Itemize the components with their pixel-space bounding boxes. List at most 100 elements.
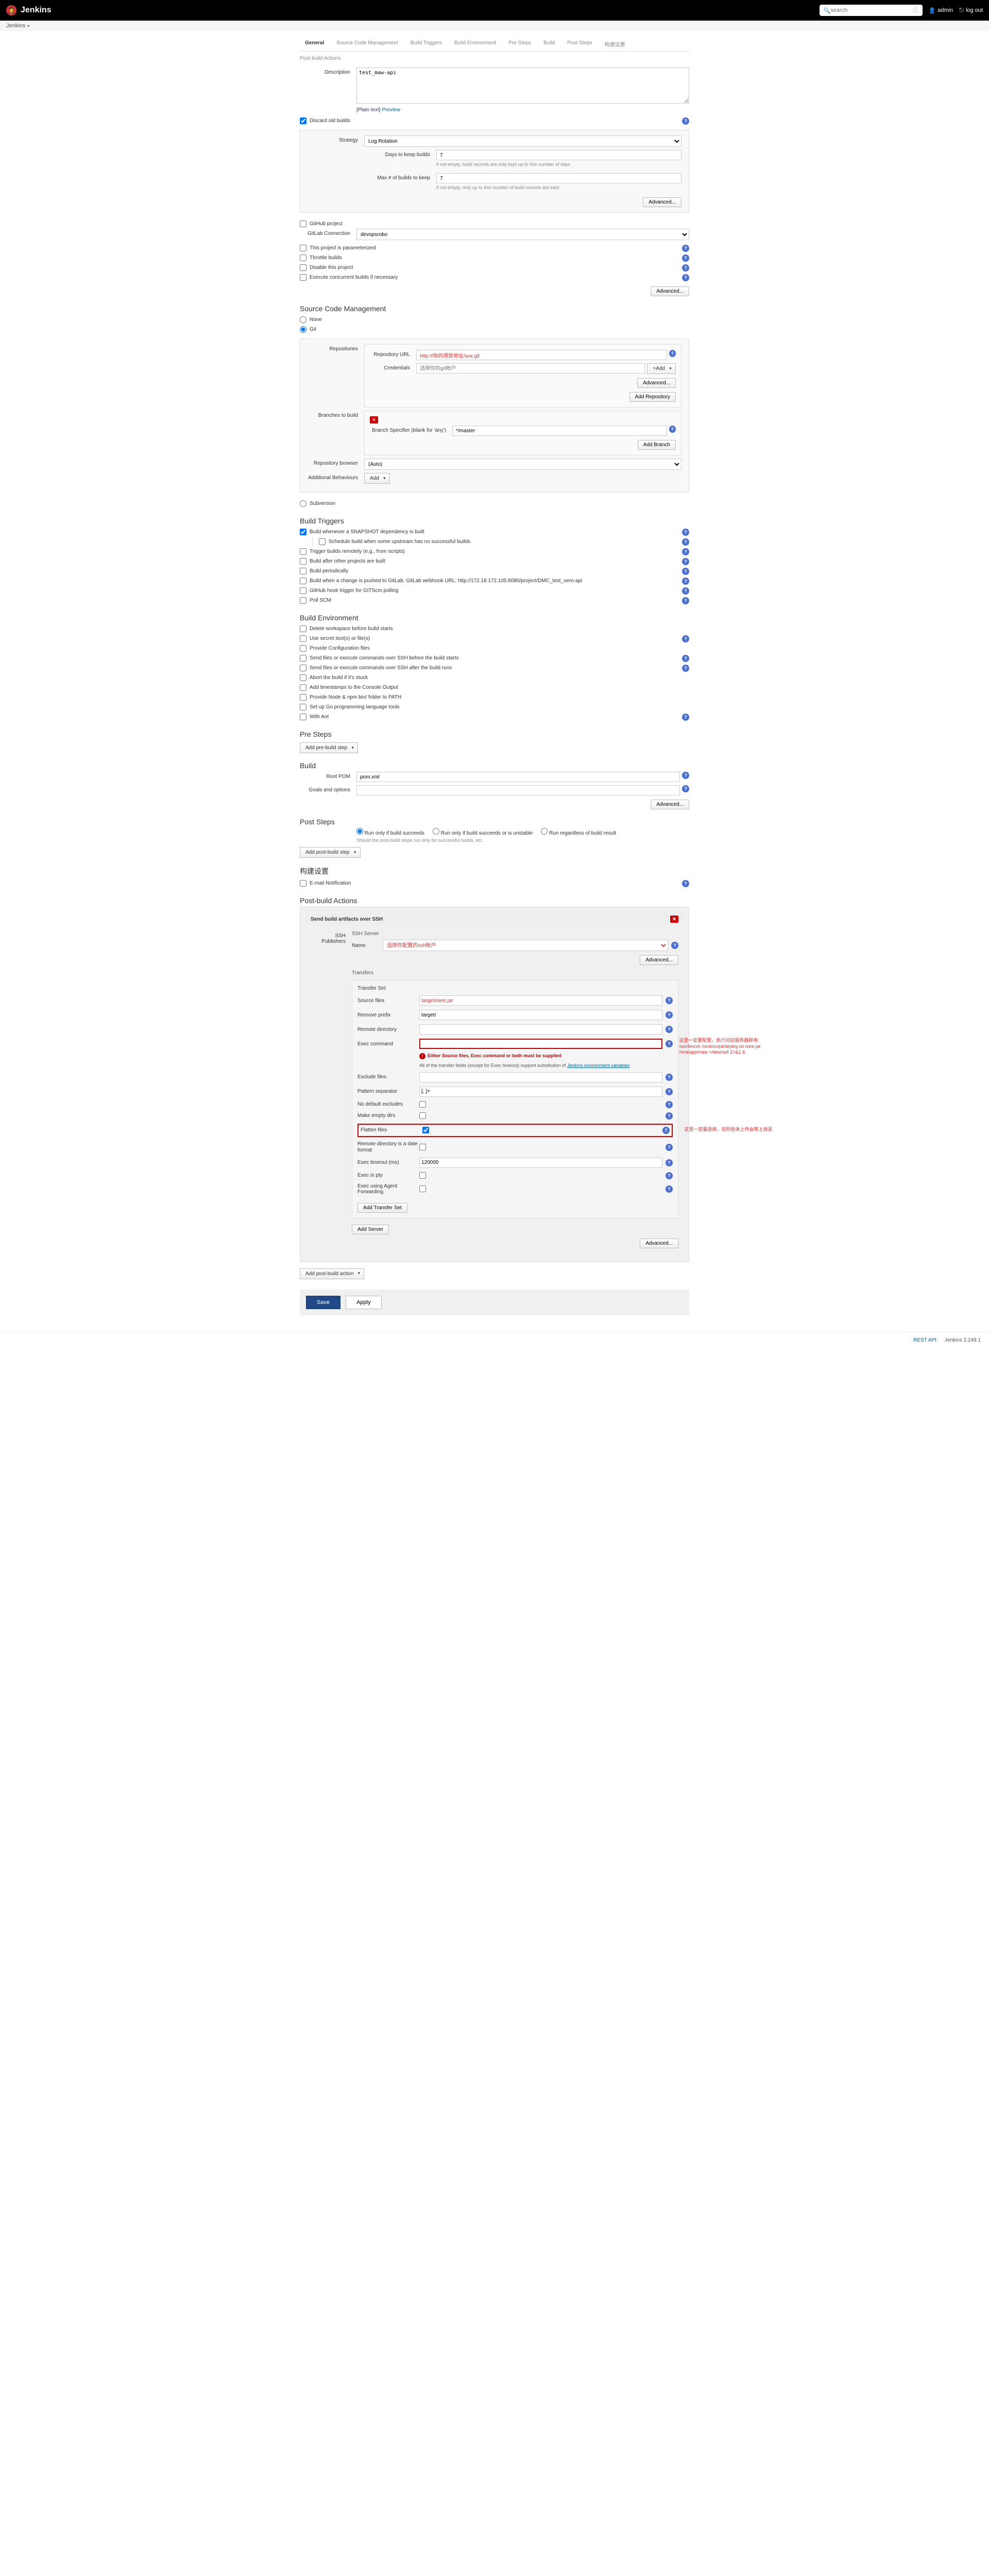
credentials-input[interactable] [416, 363, 645, 374]
help-icon[interactable]: ? [682, 772, 689, 779]
abort-stuck-checkbox[interactable] [300, 674, 306, 681]
ps-unstable-radio[interactable] [433, 828, 439, 835]
advanced-button[interactable]: Advanced... [640, 955, 678, 965]
help-icon[interactable]: ? [682, 264, 689, 272]
tab-build[interactable]: Build [538, 37, 560, 51]
help-icon[interactable]: ? [682, 665, 689, 672]
help-icon[interactable]: ? [682, 529, 689, 536]
help-icon[interactable]: ? [682, 655, 689, 662]
max-builds-input[interactable] [436, 173, 681, 183]
help-icon[interactable]: ? [682, 578, 689, 585]
help-icon[interactable]: ? [682, 274, 689, 281]
apply-button[interactable]: Apply [346, 1296, 382, 1309]
help-icon[interactable]: ? [666, 1040, 673, 1047]
advanced-button[interactable]: Advanced... [637, 378, 676, 388]
help-icon[interactable]: ? [682, 635, 689, 642]
help-icon[interactable]: ? [682, 255, 689, 262]
help-icon[interactable]: ? [682, 538, 689, 546]
repo-url-input[interactable] [416, 350, 667, 360]
goals-input[interactable] [356, 785, 680, 795]
tab-general[interactable]: General [300, 37, 329, 51]
snapshot-checkbox[interactable] [300, 529, 306, 535]
help-icon[interactable]: ? [666, 1172, 673, 1179]
ps-regardless-radio[interactable] [541, 828, 548, 835]
param-checkbox[interactable] [300, 245, 306, 251]
throttle-checkbox[interactable] [300, 255, 306, 261]
ssh-name-select[interactable]: 选择你配置的ssh帐户 [383, 940, 668, 951]
help-icon[interactable]: ? [682, 548, 689, 555]
ssh-after-checkbox[interactable] [300, 665, 306, 671]
flatten-checkbox[interactable] [422, 1127, 429, 1133]
scm-none-radio[interactable] [300, 316, 306, 323]
gitlab-push-checkbox[interactable] [300, 578, 306, 584]
poll-scm-checkbox[interactable] [300, 597, 306, 604]
help-icon[interactable]: ? [671, 942, 678, 949]
days-keep-input[interactable] [436, 150, 681, 160]
remote-dir-date-checkbox[interactable] [419, 1144, 426, 1150]
search-box[interactable]: 🔍 ⓘ [820, 5, 923, 16]
env-vars-link[interactable]: Jenkins environment variables [567, 1063, 629, 1068]
github-hook-checkbox[interactable] [300, 587, 306, 594]
breadcrumb-item[interactable]: Jenkins [6, 23, 25, 29]
tab-postbuild[interactable]: Post-build Actions [300, 56, 689, 61]
help-icon[interactable]: ? [682, 117, 689, 125]
strategy-select[interactable]: Log Rotation [364, 135, 681, 147]
tab-env[interactable]: Build Environment [449, 37, 501, 51]
add-behaviour-button[interactable]: Add [364, 473, 390, 484]
help-icon[interactable]: ? [666, 1101, 673, 1108]
help-icon[interactable]: ? [682, 714, 689, 721]
search-input[interactable] [830, 7, 912, 13]
root-pom-input[interactable] [356, 772, 680, 782]
email-checkbox[interactable] [300, 880, 306, 887]
add-branch-button[interactable]: Add Branch [638, 440, 676, 450]
help-icon[interactable]: ? [666, 1088, 673, 1095]
help-icon[interactable]: ? [669, 426, 676, 433]
help-icon[interactable]: ? [666, 1112, 673, 1120]
delete-ws-checkbox[interactable] [300, 625, 306, 632]
disable-checkbox[interactable] [300, 264, 306, 271]
help-icon[interactable]: ? [666, 1026, 673, 1033]
branch-spec-input[interactable] [452, 426, 667, 436]
tab-triggers[interactable]: Build Triggers [405, 37, 447, 51]
discard-builds-checkbox[interactable] [300, 117, 306, 124]
chevron-down-icon[interactable]: ▾ [27, 24, 29, 28]
help-icon[interactable]: ? [666, 1144, 673, 1151]
exec-timeout-input[interactable] [419, 1158, 662, 1168]
delete-branch-button[interactable]: ✕ [370, 416, 378, 423]
make-empty-checkbox[interactable] [419, 1112, 426, 1119]
exec-pty-checkbox[interactable] [419, 1172, 426, 1179]
exclude-input[interactable] [419, 1072, 662, 1082]
description-textarea[interactable]: test_maw-api [356, 67, 689, 104]
add-prebuild-button[interactable]: Add pre-build step [300, 742, 358, 753]
schedule-checkbox[interactable] [319, 538, 326, 545]
advanced-button[interactable]: Advanced... [643, 197, 681, 207]
ps-success-radio[interactable] [356, 828, 363, 835]
tab-presteps[interactable]: Pre Steps [503, 37, 536, 51]
help-icon[interactable]: ? [666, 1074, 673, 1081]
help-icon[interactable]: ? [682, 785, 689, 792]
help-icon[interactable]: ? [682, 587, 689, 595]
source-files-input[interactable] [419, 995, 662, 1006]
repo-browser-select[interactable]: (Auto) [364, 459, 681, 470]
delete-ssh-button[interactable]: ✕ [670, 916, 678, 923]
logout-link[interactable]: ⎋ log out [959, 7, 983, 14]
concurrent-checkbox[interactable] [300, 274, 306, 281]
add-repo-button[interactable]: Add Repository [629, 392, 676, 402]
pattern-input[interactable] [419, 1087, 662, 1097]
remove-prefix-input[interactable] [419, 1010, 662, 1020]
add-credentials-button[interactable]: +Add [647, 363, 676, 374]
remote-checkbox[interactable] [300, 548, 306, 555]
add-postbuild-action-button[interactable]: Add post-build action [300, 1268, 364, 1279]
help-icon[interactable]: ? [669, 350, 676, 357]
rest-api-link[interactable]: REST API [913, 1337, 936, 1343]
periodically-checkbox[interactable] [300, 568, 306, 574]
search-help-icon[interactable]: ⓘ [913, 6, 918, 14]
timestamps-checkbox[interactable] [300, 684, 306, 691]
no-default-checkbox[interactable] [419, 1101, 426, 1108]
help-icon[interactable]: ? [666, 1159, 673, 1166]
preview-link[interactable]: Preview [382, 107, 400, 113]
gitlab-conn-select[interactable]: devopsrobo [356, 229, 689, 240]
add-postbuild-step-button[interactable]: Add post-build step [300, 847, 361, 858]
user-link[interactable]: 👤 admin [929, 7, 953, 14]
github-project-checkbox[interactable] [300, 221, 306, 227]
